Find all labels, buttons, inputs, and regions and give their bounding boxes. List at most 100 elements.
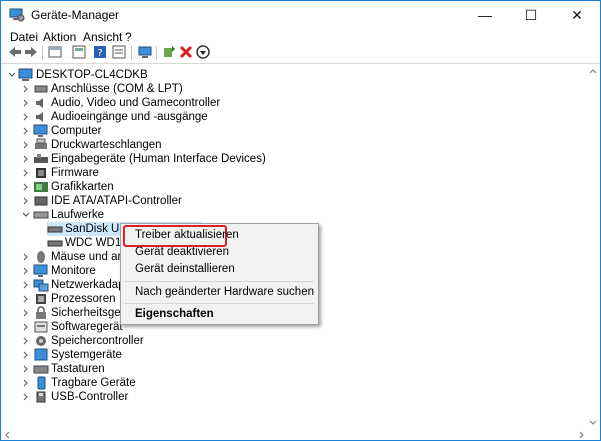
- monitor-icon: [33, 124, 48, 137]
- tree-item[interactable]: Systemgeräte: [21, 348, 421, 362]
- tree-item[interactable]: Anschlüsse (COM & LPT): [21, 82, 421, 96]
- tree-item-label: Speichercontroller: [51, 335, 144, 347]
- help-icon[interactable]: ?: [92, 44, 108, 60]
- chevron-right-icon[interactable]: [21, 194, 31, 208]
- software-icon: [34, 321, 48, 333]
- tree-item-label: Audio, Video und Gamecontroller: [51, 97, 221, 109]
- chevron-right-icon[interactable]: [21, 250, 31, 264]
- scan-hardware-icon[interactable]: [137, 44, 153, 60]
- tree-item[interactable]: Grafikkarten: [21, 180, 421, 194]
- tree-item-label: Mäuse und ar: [51, 251, 122, 263]
- minimize-button[interactable]: —: [462, 1, 508, 29]
- maximize-button[interactable]: ☐: [508, 1, 554, 29]
- network-icon: [33, 279, 49, 292]
- chevron-right-icon[interactable]: [21, 306, 31, 320]
- tree-item-label: Prozessoren: [51, 293, 116, 305]
- chevron-right-icon[interactable]: [21, 96, 31, 110]
- update-driver-item[interactable]: Treiber aktualisieren: [135, 227, 239, 243]
- chevron-right-icon[interactable]: [21, 376, 31, 390]
- uninstall-device-item[interactable]: Gerät deinstallieren: [135, 261, 235, 277]
- chevron-right-icon[interactable]: [21, 348, 31, 362]
- menu-ansicht[interactable]: Ansicht: [83, 30, 122, 44]
- tree-item[interactable]: Druckwarteschlangen: [21, 138, 421, 152]
- tree-item[interactable]: Computer: [21, 124, 421, 138]
- tree-item-laufwerke[interactable]: Laufwerke: [21, 208, 421, 222]
- chevron-right-icon[interactable]: [21, 320, 31, 334]
- chevron-right-icon[interactable]: [21, 390, 31, 404]
- chevron-down-icon[interactable]: [7, 68, 17, 82]
- disable-device-item[interactable]: Gerät deaktivieren: [135, 244, 229, 260]
- tree-item[interactable]: Firmware: [21, 166, 421, 180]
- root-label: DESKTOP-CL4CDKB: [36, 69, 148, 81]
- tree-item[interactable]: USB-Controller: [21, 390, 421, 404]
- tree-item-label: Audioeingänge und -ausgänge: [51, 111, 208, 123]
- window-title: Geräte-Manager: [31, 8, 120, 22]
- controller-icon: [34, 196, 48, 206]
- menu-aktion[interactable]: Aktion: [43, 30, 76, 44]
- svg-text:?: ?: [97, 48, 102, 59]
- cpu-icon: [36, 294, 46, 304]
- drive-icon: [47, 226, 63, 233]
- chevron-right-icon[interactable]: [21, 278, 31, 292]
- update-driver-icon[interactable]: [195, 44, 211, 60]
- menu-datei[interactable]: Datei: [10, 30, 38, 44]
- chevron-down-icon[interactable]: [21, 208, 31, 222]
- menu-separator: [124, 281, 314, 282]
- tree-item-label: USB-Controller: [51, 391, 129, 403]
- details-icon[interactable]: [111, 44, 127, 60]
- chevron-right-icon[interactable]: [21, 362, 31, 376]
- drive-icon: [33, 211, 49, 219]
- tree-item-label: Systemgeräte: [51, 349, 122, 361]
- horizontal-scrollbar[interactable]: [1, 429, 600, 440]
- scan-hardware-item[interactable]: Nach geänderter Hardware suchen: [135, 284, 314, 300]
- tree-item-label: IDE ATA/ATAPI-Controller: [51, 195, 182, 207]
- chevron-right-icon[interactable]: [21, 152, 31, 166]
- close-button[interactable]: ✕: [554, 1, 600, 29]
- chevron-right-icon[interactable]: [21, 82, 31, 96]
- speaker-icon: [36, 98, 43, 108]
- toolbar: ?: [1, 43, 600, 64]
- tree-item[interactable]: Tastaturen: [21, 362, 421, 376]
- system-icon: [34, 348, 48, 361]
- toolbar-separator: [42, 46, 43, 60]
- tree-item[interactable]: Eingabegeräte (Human Interface Devices): [21, 152, 421, 166]
- forward-icon[interactable]: [23, 44, 39, 60]
- uninstall-icon[interactable]: [178, 44, 194, 60]
- tree-item-label: Tastaturen: [51, 363, 105, 375]
- menu-help[interactable]: ?: [125, 30, 132, 44]
- drive-icon: [47, 240, 63, 247]
- chevron-right-icon[interactable]: [21, 264, 31, 278]
- tree-item[interactable]: Speichercontroller: [21, 334, 421, 348]
- chevron-right-icon[interactable]: [21, 110, 31, 124]
- mouse-icon: [37, 251, 45, 263]
- properties-item[interactable]: Eigenschaften: [135, 306, 214, 322]
- tree-item[interactable]: Audioeingänge und -ausgänge: [21, 110, 421, 124]
- tree-item[interactable]: Tragbare Geräte: [21, 376, 421, 390]
- chevron-right-icon[interactable]: [21, 124, 31, 138]
- tree-root[interactable]: DESKTOP-CL4CDKB: [7, 68, 207, 82]
- chevron-right-icon[interactable]: [21, 292, 31, 306]
- security-icon: [36, 306, 46, 319]
- show-hide-icon[interactable]: [71, 44, 87, 60]
- properties-icon[interactable]: [47, 44, 63, 60]
- speaker-icon: [36, 112, 43, 122]
- portable-icon: [37, 376, 46, 390]
- back-icon[interactable]: [7, 44, 23, 60]
- vertical-scrollbar[interactable]: [587, 65, 599, 429]
- tree-item-label: Netzwerkadap: [51, 279, 125, 291]
- add-driver-icon[interactable]: [161, 44, 177, 60]
- chevron-right-icon[interactable]: [21, 138, 31, 152]
- chevron-right-icon[interactable]: [21, 166, 31, 180]
- toolbar-separator: [131, 46, 132, 60]
- display-adapter-icon: [34, 182, 48, 192]
- hid-icon: [34, 154, 48, 163]
- tree-item-label: Firmware: [51, 167, 99, 179]
- tree-item[interactable]: Audio, Video und Gamecontroller: [21, 96, 421, 110]
- chip-icon: [36, 168, 46, 178]
- device-manager-window: Geräte-Manager — ☐ ✕ Datei Aktion Ansich…: [0, 0, 601, 441]
- port-icon: [34, 85, 48, 93]
- tree-item[interactable]: IDE ATA/ATAPI-Controller: [21, 194, 421, 208]
- chevron-right-icon[interactable]: [21, 334, 31, 348]
- scrollbar-arrows: [589, 69, 597, 425]
- chevron-right-icon[interactable]: [21, 180, 31, 194]
